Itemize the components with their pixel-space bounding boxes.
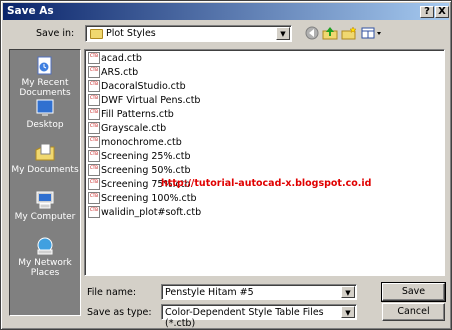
folder-icon <box>90 29 103 39</box>
ctb-file-icon: CTB <box>88 136 100 148</box>
list-item[interactable]: CTB Screening 50%.ctb <box>88 164 191 177</box>
save-as-type-value: Color-Dependent Style Table Files (*.ctb… <box>165 307 324 329</box>
ctb-file-icon: CTB <box>88 52 100 64</box>
file-list[interactable]: CTB acad.ctb CTB ARS.ctb CTB DacoralStudio.… <box>84 49 445 276</box>
file-name: ARS.ctb <box>101 67 139 78</box>
ctb-file-icon: CTB <box>88 80 100 92</box>
place-my-documents[interactable]: My Documents <box>10 143 80 175</box>
my-documents-icon <box>34 143 56 163</box>
place-label: Places <box>30 268 60 278</box>
chevron-down-icon[interactable]: ▼ <box>341 306 355 318</box>
list-item[interactable]: CTB DacoralStudio.ctb <box>88 80 186 93</box>
window-title: Save As <box>7 5 54 17</box>
place-my-recent-documents[interactable]: My Recent Documents <box>10 56 80 98</box>
file-name: DWF Virtual Pens.ctb <box>101 95 201 106</box>
place-desktop[interactable]: Desktop <box>10 98 80 130</box>
ctb-file-icon: CTB <box>88 206 100 218</box>
file-name: Screening 100%.ctb <box>101 193 197 204</box>
file-name: acad.ctb <box>101 53 142 64</box>
list-item[interactable]: CTB Grayscale.ctb <box>88 122 166 135</box>
save-in-dropdown[interactable]: Plot Styles ▼ <box>85 25 292 42</box>
file-name: walidin_plot#soft.ctb <box>101 207 202 218</box>
place-label: My Recent <box>21 78 69 88</box>
back-icon[interactable] <box>304 26 320 41</box>
views-menu-icon[interactable] <box>361 26 383 41</box>
place-label: My Documents <box>11 165 79 175</box>
ctb-file-icon: CTB <box>88 66 100 78</box>
save-in-label: Save in: <box>36 28 75 39</box>
list-item[interactable]: CTB Fill Patterns.ctb <box>88 108 174 121</box>
recent-documents-icon <box>34 56 56 76</box>
list-item[interactable]: CTB acad.ctb <box>88 52 142 65</box>
save-as-dialog: Save As ? X Save in: Plot Styles ▼ My Re… <box>0 0 452 330</box>
close-button[interactable]: X <box>435 6 449 18</box>
new-folder-icon[interactable] <box>341 26 357 41</box>
list-item[interactable]: CTB ARS.ctb <box>88 66 138 79</box>
ctb-file-icon: CTB <box>88 122 100 134</box>
list-item[interactable]: CTB Screening 25%.ctb <box>88 150 191 163</box>
place-my-network-places[interactable]: My Network Places <box>10 236 80 278</box>
place-label: Desktop <box>26 120 64 130</box>
ctb-file-icon: CTB <box>88 108 100 120</box>
ctb-file-icon: CTB <box>88 164 100 176</box>
list-item[interactable]: CTB DWF Virtual Pens.ctb <box>88 94 200 107</box>
network-places-icon <box>34 236 56 256</box>
my-computer-icon <box>34 190 56 210</box>
file-name: DacoralStudio.ctb <box>101 81 186 92</box>
place-label: Documents <box>19 88 71 98</box>
title-bar[interactable]: Save As ? X <box>3 3 449 20</box>
place-label: My Computer <box>14 212 76 222</box>
file-name-label: File name: <box>87 287 137 298</box>
list-item[interactable]: CTB Screening 100%.ctb <box>88 192 197 205</box>
up-folder-icon[interactable] <box>322 26 338 41</box>
file-name: Screening 50%.ctb <box>101 165 191 176</box>
help-button[interactable]: ? <box>420 6 434 18</box>
watermark-text: http://tutorial-autocad-x.blogspot.co.id <box>161 178 372 189</box>
save-as-type-dropdown[interactable]: Color-Dependent Style Table Files (*.ctb… <box>161 304 357 329</box>
list-item[interactable]: CTB monochrome.ctb <box>88 136 182 149</box>
places-bar: My Recent Documents Desktop My Documents… <box>9 49 81 316</box>
ctb-file-icon: CTB <box>88 94 100 106</box>
file-name-field[interactable]: Penstyle Hitam #5 ▼ <box>161 284 357 300</box>
place-my-computer[interactable]: My Computer <box>10 190 80 222</box>
ctb-file-icon: CTB <box>88 178 100 190</box>
file-name: Screening 25%.ctb <box>101 151 191 162</box>
file-name-value: Penstyle Hitam #5 <box>165 287 254 298</box>
save-button[interactable]: Save <box>381 282 446 302</box>
chevron-down-icon[interactable]: ▼ <box>276 27 290 40</box>
desktop-icon <box>34 98 56 118</box>
ctb-file-icon: CTB <box>88 150 100 162</box>
place-label: My Network <box>18 258 72 268</box>
save-as-type-label: Save as type: <box>87 307 152 318</box>
file-name: Fill Patterns.ctb <box>101 109 174 120</box>
ctb-file-icon: CTB <box>88 192 100 204</box>
chevron-down-icon[interactable]: ▼ <box>341 286 355 298</box>
cancel-button[interactable]: Cancel <box>382 303 445 321</box>
list-item[interactable]: CTB walidin_plot#soft.ctb <box>88 206 201 219</box>
save-in-value: Plot Styles <box>106 28 156 39</box>
file-name: Grayscale.ctb <box>101 123 167 134</box>
file-name: monochrome.ctb <box>101 137 182 148</box>
